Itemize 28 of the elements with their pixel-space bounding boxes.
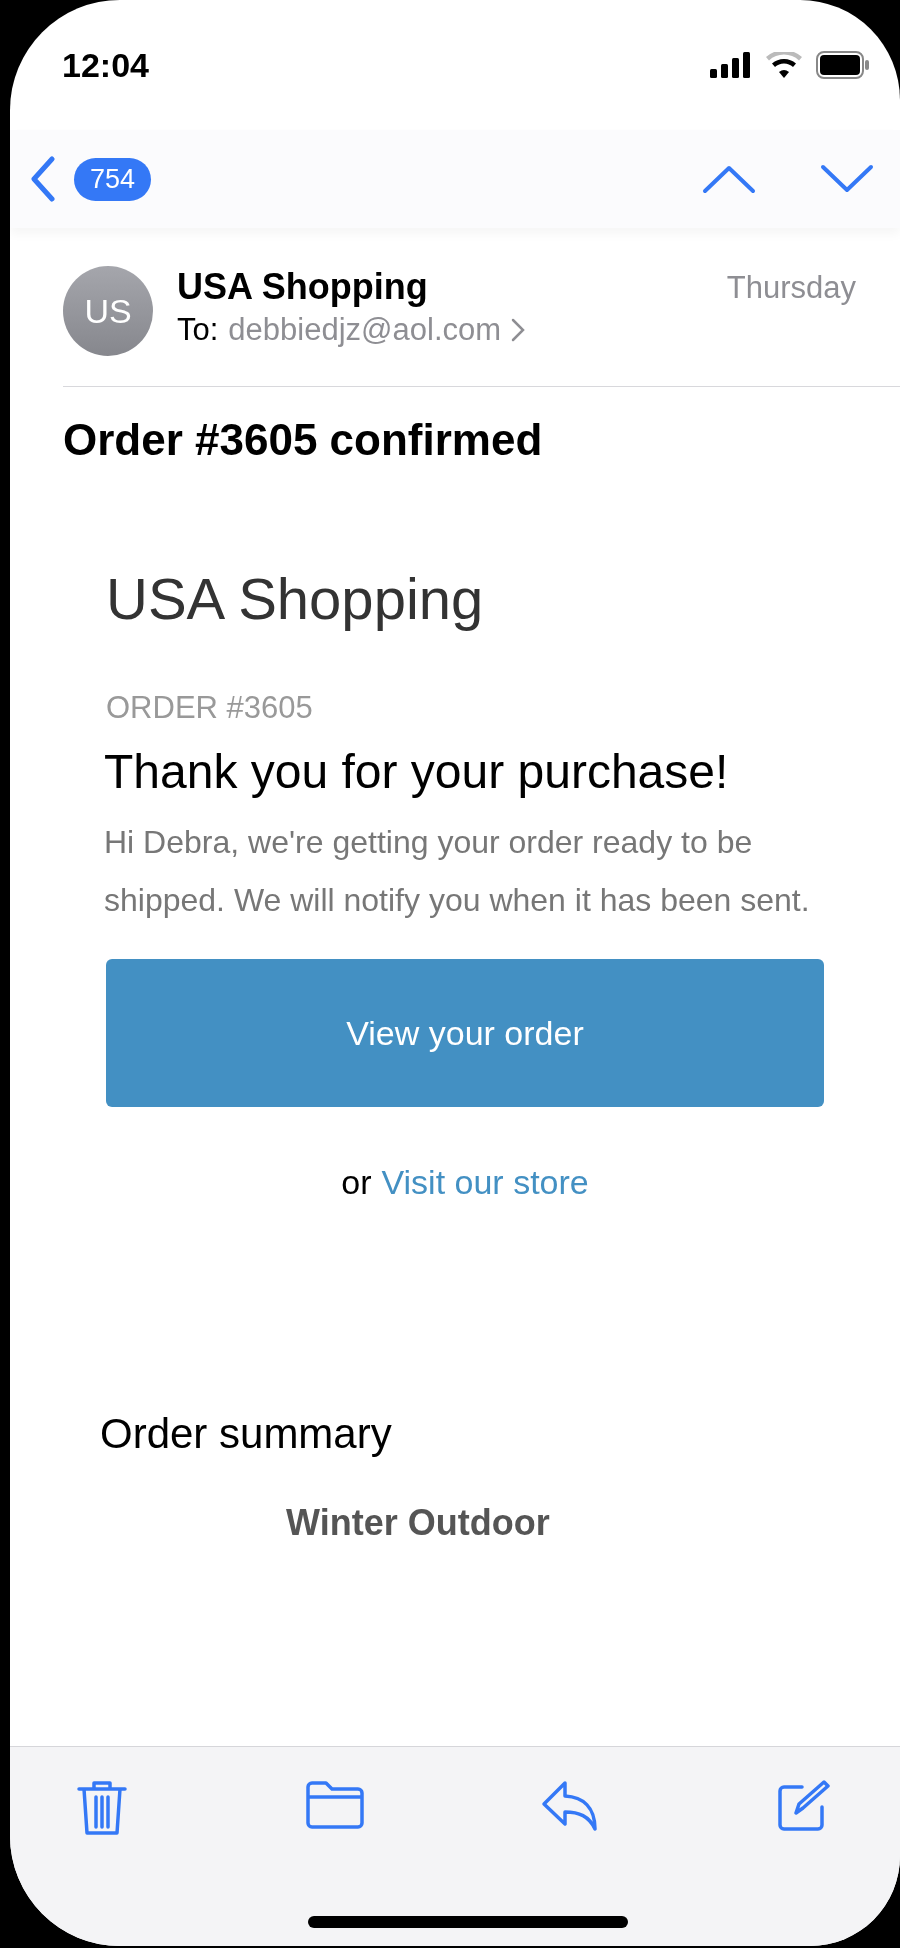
wifi-icon bbox=[766, 52, 802, 78]
message-subject: Order #3605 confirmed bbox=[63, 415, 544, 465]
store-name: USA Shopping bbox=[106, 565, 485, 632]
visit-store-link[interactable]: Visit our store bbox=[381, 1163, 589, 1202]
message-date: Thursday bbox=[726, 269, 856, 307]
or-text: or bbox=[341, 1163, 372, 1202]
signal-icon bbox=[710, 52, 752, 78]
back-icon[interactable] bbox=[30, 156, 56, 202]
folder-icon[interactable] bbox=[304, 1779, 365, 1829]
recipient-address[interactable]: debbiedjz@aol.com bbox=[228, 312, 502, 348]
compose-icon[interactable] bbox=[775, 1779, 830, 1833]
item-title: Winter Outdoor bbox=[286, 1502, 551, 1544]
status-time: 12:04 bbox=[62, 45, 149, 85]
order-number: ORDER #3605 bbox=[106, 690, 314, 726]
order-summary-heading: Order summary bbox=[100, 1410, 393, 1458]
battery-icon bbox=[816, 51, 870, 79]
chevron-icon[interactable] bbox=[511, 318, 526, 342]
unread-count-badge[interactable]: 754 bbox=[74, 157, 152, 201]
view-order-button[interactable]: View your order bbox=[106, 959, 824, 1107]
previous-message-icon[interactable] bbox=[702, 164, 756, 194]
sender-name: USA Shopping bbox=[177, 266, 429, 308]
next-message-icon[interactable] bbox=[820, 164, 874, 194]
reply-icon[interactable] bbox=[541, 1779, 600, 1833]
thank-you-heading: Thank you for your purchase! bbox=[104, 744, 730, 799]
to-label: To: bbox=[177, 312, 219, 348]
order-message: Hi Debra, we're getting your order ready to be shipped. We will notify you when it has been sent. bbox=[104, 823, 811, 920]
sender-avatar: US bbox=[63, 266, 153, 356]
trash-icon[interactable] bbox=[76, 1779, 128, 1837]
